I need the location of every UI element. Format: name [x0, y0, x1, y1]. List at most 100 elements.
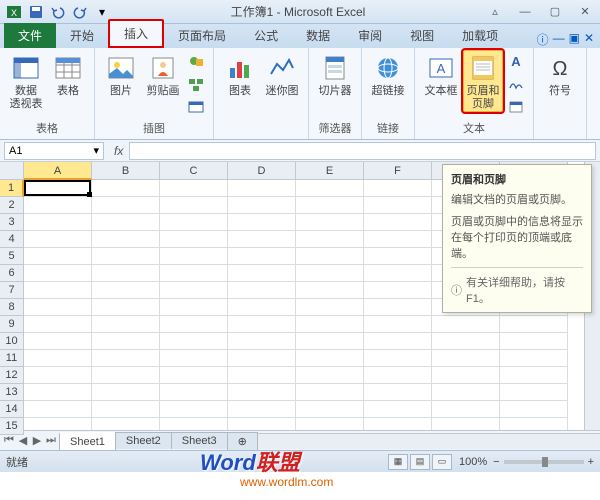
cell[interactable]: [364, 401, 432, 418]
object-button[interactable]: [505, 96, 527, 118]
cell[interactable]: [24, 197, 92, 214]
fx-icon[interactable]: fx: [114, 144, 123, 158]
cell[interactable]: [500, 401, 568, 418]
cell[interactable]: [160, 197, 228, 214]
column-header[interactable]: E: [296, 162, 364, 180]
tab-pagelayout[interactable]: 页面布局: [164, 23, 240, 48]
cell[interactable]: [92, 197, 160, 214]
select-all-corner[interactable]: [0, 162, 24, 180]
cell[interactable]: [92, 367, 160, 384]
cell[interactable]: [92, 248, 160, 265]
new-sheet-button[interactable]: ⊕: [227, 432, 258, 450]
cell[interactable]: [228, 282, 296, 299]
row-header[interactable]: 2: [0, 197, 24, 214]
cell[interactable]: [160, 316, 228, 333]
wordart-button[interactable]: A: [505, 50, 527, 72]
row-header[interactable]: 10: [0, 333, 24, 350]
cell[interactable]: [92, 214, 160, 231]
excel-app-icon[interactable]: X: [4, 3, 24, 21]
tab-data[interactable]: 数据: [292, 23, 344, 48]
clipart-button[interactable]: 剪贴画: [143, 50, 183, 100]
cell[interactable]: [92, 350, 160, 367]
tab-view[interactable]: 视图: [396, 23, 448, 48]
cell[interactable]: [432, 367, 500, 384]
cell[interactable]: [364, 197, 432, 214]
row-header[interactable]: 3: [0, 214, 24, 231]
sparkline-button[interactable]: 迷你图: [262, 50, 302, 100]
cell[interactable]: [160, 367, 228, 384]
cell[interactable]: [296, 248, 364, 265]
cell[interactable]: [24, 214, 92, 231]
cell[interactable]: [92, 316, 160, 333]
cell[interactable]: [228, 214, 296, 231]
cell[interactable]: [296, 214, 364, 231]
signature-button[interactable]: [505, 73, 527, 95]
cell[interactable]: [364, 265, 432, 282]
cell[interactable]: [296, 333, 364, 350]
close-icon[interactable]: ✕: [574, 4, 596, 20]
undo-icon[interactable]: [48, 3, 68, 21]
cell[interactable]: [24, 231, 92, 248]
tab-review[interactable]: 审阅: [344, 23, 396, 48]
cell[interactable]: [160, 350, 228, 367]
cell[interactable]: [160, 214, 228, 231]
zoom-value[interactable]: 100%: [459, 456, 487, 468]
screenshot-button[interactable]: [185, 96, 207, 118]
cell[interactable]: [228, 384, 296, 401]
column-header[interactable]: F: [364, 162, 432, 180]
header-footer-button[interactable]: 页眉和页脚: [463, 50, 503, 112]
row-header[interactable]: 6: [0, 265, 24, 282]
sheet-nav-prev-icon[interactable]: ◀: [16, 434, 30, 447]
cell[interactable]: [228, 248, 296, 265]
row-header[interactable]: 15: [0, 418, 24, 435]
cell[interactable]: [228, 418, 296, 430]
cell[interactable]: [364, 316, 432, 333]
chart-button[interactable]: 图表: [220, 50, 260, 100]
cell[interactable]: [92, 282, 160, 299]
cell[interactable]: [24, 384, 92, 401]
cell[interactable]: [24, 248, 92, 265]
maximize-icon[interactable]: ▢: [544, 4, 566, 20]
sheet-tab[interactable]: Sheet2: [115, 432, 172, 449]
sheet-nav-last-icon[interactable]: ⏭: [44, 434, 58, 447]
cell[interactable]: [296, 384, 364, 401]
cell[interactable]: [500, 418, 568, 430]
cell[interactable]: [296, 282, 364, 299]
cell[interactable]: [432, 333, 500, 350]
cell[interactable]: [24, 265, 92, 282]
cell[interactable]: [296, 299, 364, 316]
cell[interactable]: [364, 299, 432, 316]
cell[interactable]: [24, 180, 92, 197]
cell[interactable]: [160, 265, 228, 282]
row-header[interactable]: 12: [0, 367, 24, 384]
minimize-ribbon-icon[interactable]: ▵: [484, 4, 506, 20]
cell[interactable]: [228, 350, 296, 367]
row-header[interactable]: 11: [0, 350, 24, 367]
view-normal-button[interactable]: ▦: [388, 454, 408, 470]
cell[interactable]: [364, 282, 432, 299]
column-header[interactable]: B: [92, 162, 160, 180]
cell[interactable]: [24, 418, 92, 430]
sheet-tab[interactable]: Sheet1: [59, 432, 116, 450]
table-button[interactable]: 表格: [48, 50, 88, 100]
cell[interactable]: [228, 197, 296, 214]
cell[interactable]: [24, 350, 92, 367]
cell[interactable]: [92, 384, 160, 401]
cell[interactable]: [500, 316, 568, 333]
window-close2-icon[interactable]: ✕: [584, 31, 594, 48]
cell[interactable]: [296, 350, 364, 367]
cell[interactable]: [432, 384, 500, 401]
sheet-nav-next-icon[interactable]: ▶: [30, 434, 44, 447]
pivottable-button[interactable]: 数据 透视表: [6, 50, 46, 112]
cell[interactable]: [160, 248, 228, 265]
smartart-button[interactable]: [185, 73, 207, 95]
cell[interactable]: [228, 401, 296, 418]
cell[interactable]: [432, 401, 500, 418]
row-header[interactable]: 5: [0, 248, 24, 265]
name-box[interactable]: A1 ▾: [4, 142, 104, 160]
cell[interactable]: [364, 367, 432, 384]
cell[interactable]: [160, 299, 228, 316]
cell[interactable]: [296, 316, 364, 333]
formula-input[interactable]: [129, 142, 596, 160]
cell[interactable]: [364, 384, 432, 401]
